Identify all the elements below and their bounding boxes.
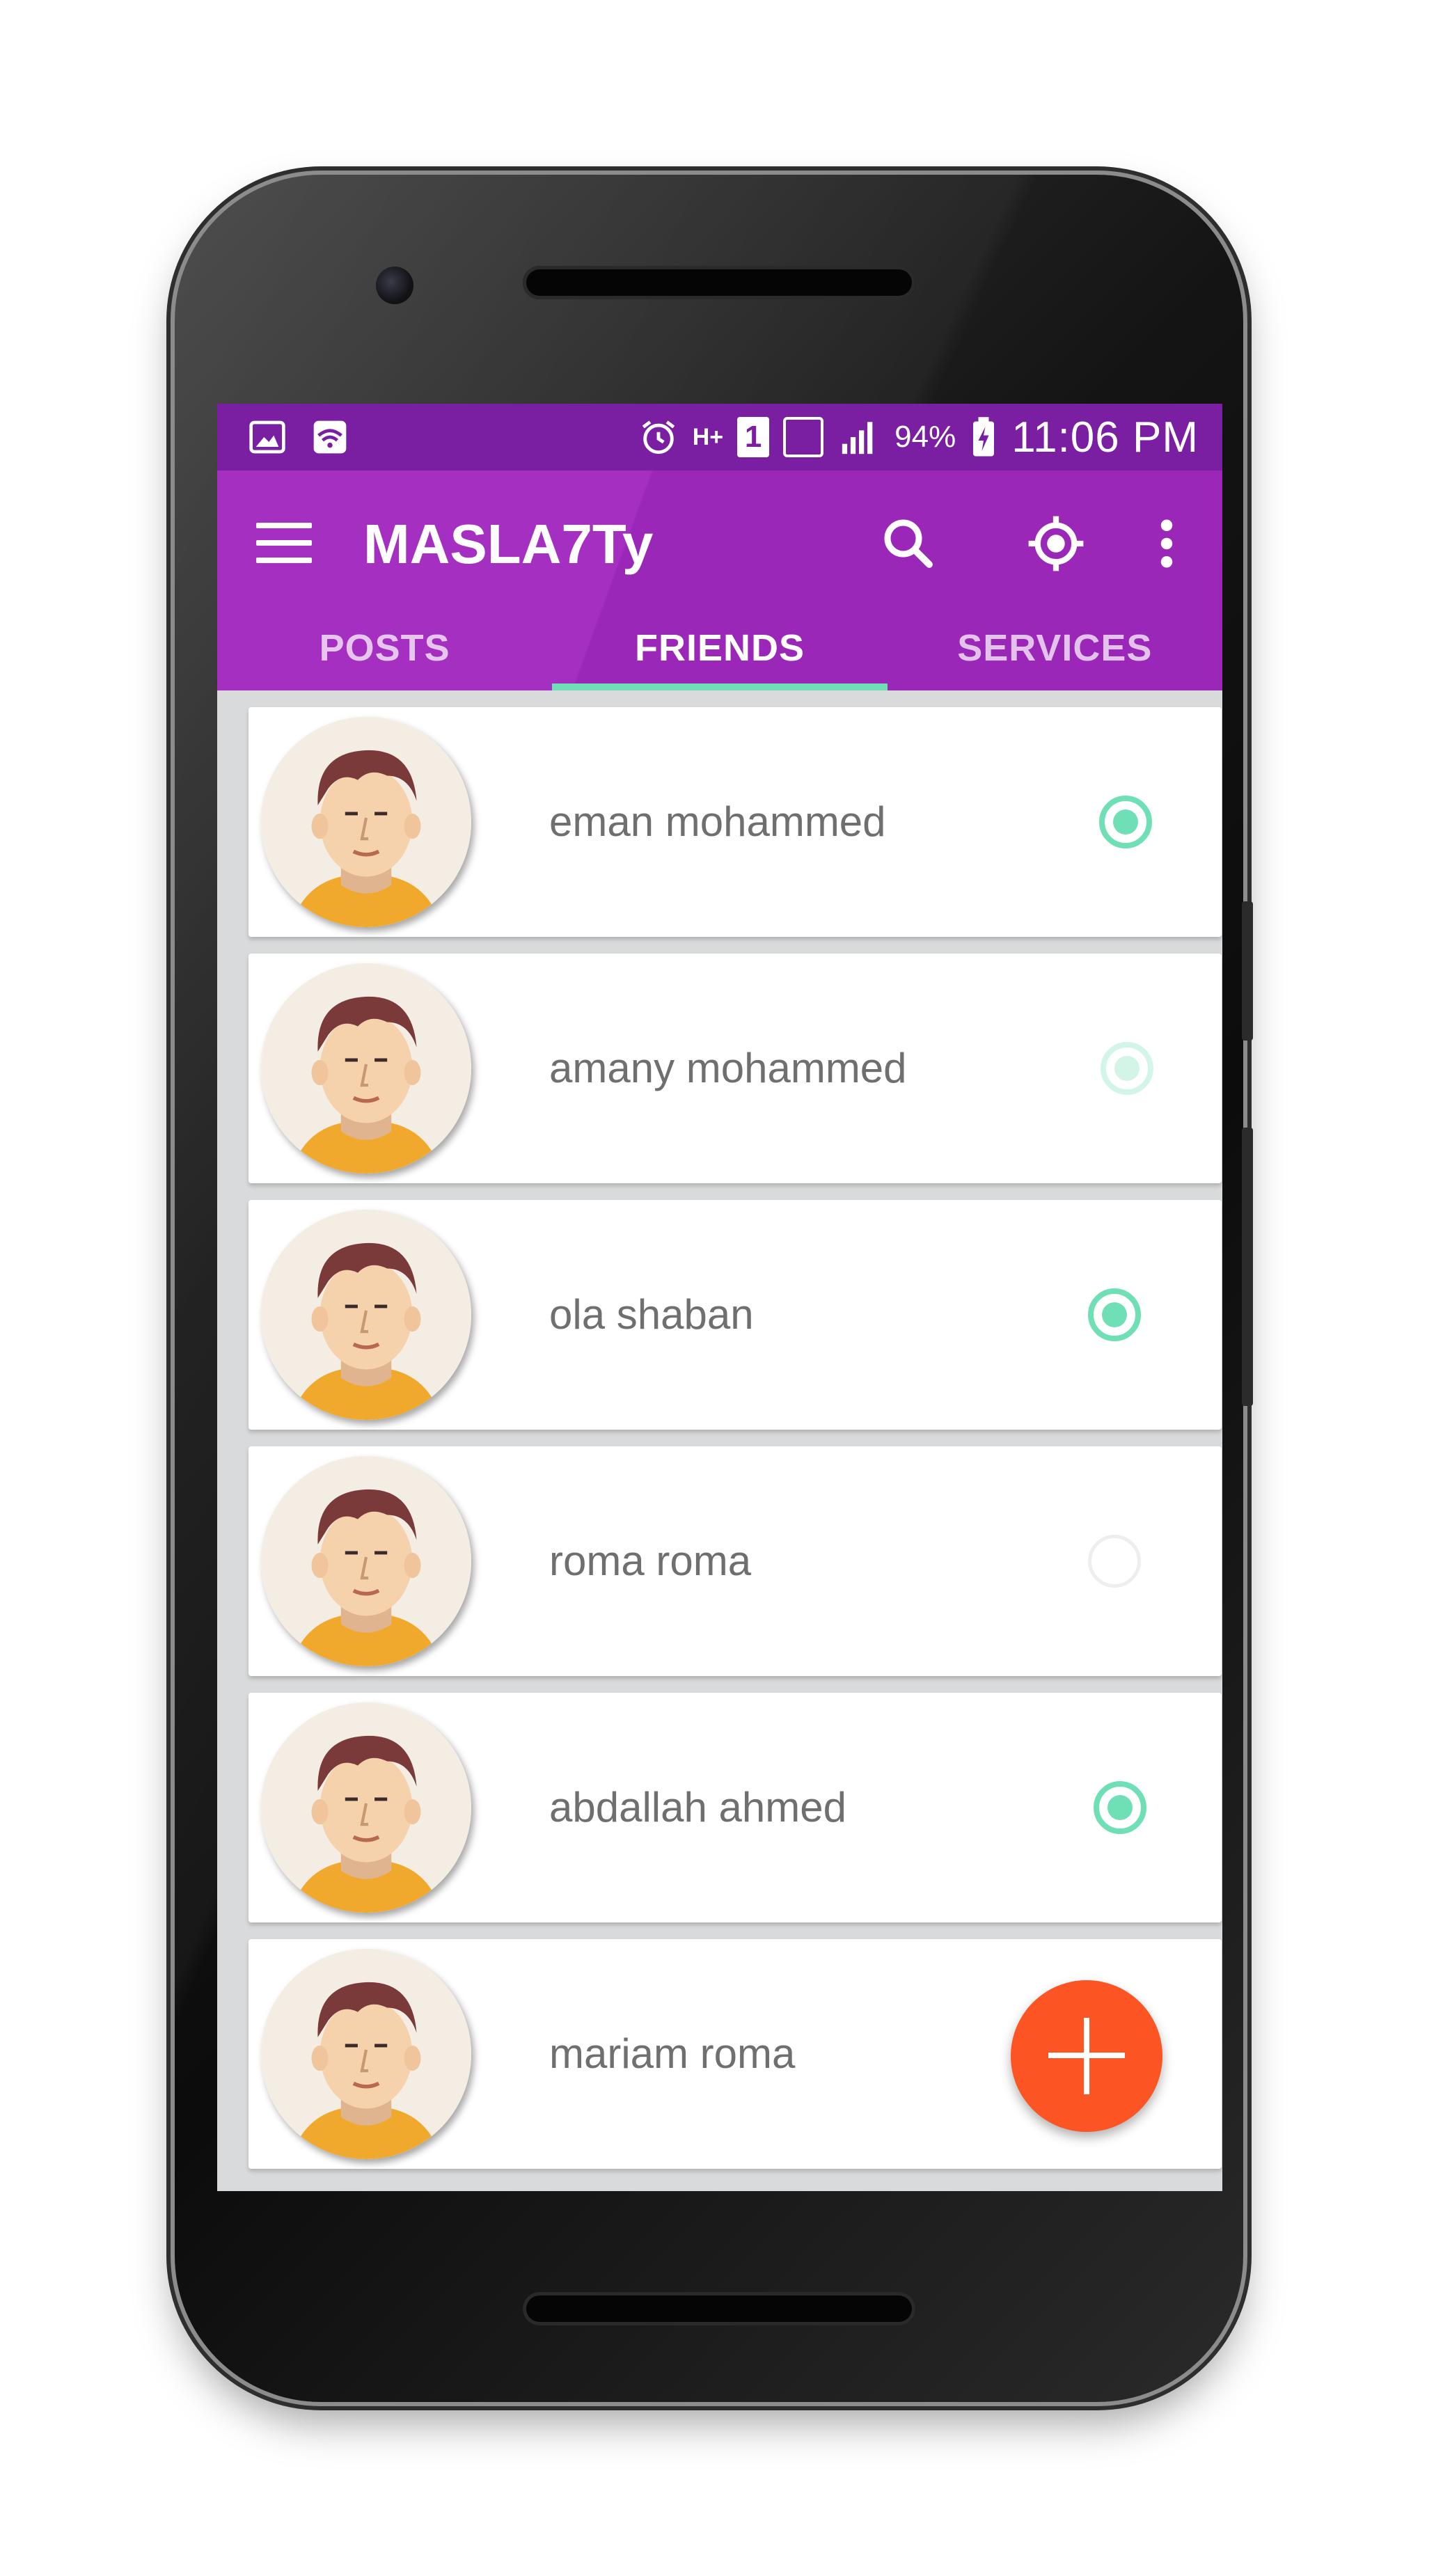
add-friend-button[interactable] (1011, 1980, 1162, 2132)
list-item[interactable]: eman mohammed (249, 707, 1222, 937)
list-item[interactable]: roma roma (249, 1446, 1222, 1676)
app-bar: MASLA7Ty POSTS FRIENDS SERVICES (217, 471, 1222, 690)
avatar (261, 963, 471, 1174)
sim-1-icon: 1 (737, 417, 770, 457)
wifi-hotspot-icon (313, 420, 347, 454)
menu-icon[interactable] (256, 523, 312, 564)
alarm-icon (642, 420, 675, 455)
signal-icon (842, 422, 873, 455)
friend-name: amany mohammed (549, 1045, 907, 1091)
volume-button (1242, 1128, 1253, 1406)
select-radio[interactable] (1088, 1288, 1141, 1341)
tab-services[interactable]: SERVICES (888, 610, 1222, 690)
gallery-icon (249, 420, 285, 454)
locate-icon[interactable] (1025, 512, 1087, 575)
status-bar: H+ 1 94% 11:06 PM (217, 404, 1222, 471)
screen: H+ 1 94% 11:06 PM MASLA7Ty POSTS FRIENDS… (217, 404, 1222, 2191)
tab-bar: POSTS FRIENDS SERVICES (217, 610, 1222, 690)
avatar (261, 1949, 471, 2159)
friend-name: roma roma (549, 1538, 752, 1584)
battery-percent: 94% (894, 420, 956, 454)
more-vert-icon[interactable] (1146, 512, 1188, 575)
select-radio[interactable] (1099, 796, 1152, 848)
battery-charging-icon (973, 417, 995, 457)
friend-name: eman mohammed (549, 798, 886, 845)
front-camera (376, 267, 413, 304)
friend-name: mariam roma (549, 2030, 796, 2077)
search-icon[interactable] (877, 512, 940, 575)
list-item[interactable]: amany mohammed (249, 954, 1222, 1183)
avatar (261, 1456, 471, 1666)
avatar (261, 717, 471, 927)
toolbar: MASLA7Ty (217, 471, 1222, 610)
friend-name: ola shaban (549, 1291, 754, 1338)
bottom-speaker (523, 2292, 915, 2325)
list-item[interactable]: abdallah ahmed (249, 1693, 1222, 1922)
list-item[interactable]: ola shaban (249, 1200, 1222, 1430)
power-button (1242, 901, 1253, 1041)
friends-list: eman mohammed amany mohammed ola shaban … (249, 707, 1222, 2186)
select-radio[interactable] (1094, 1781, 1146, 1834)
network-hplus-icon: H+ (692, 424, 724, 450)
tab-friends[interactable]: FRIENDS (552, 610, 888, 690)
select-radio[interactable] (1101, 1042, 1153, 1095)
avatar (261, 1210, 471, 1420)
tab-posts[interactable]: POSTS (217, 610, 552, 690)
top-speaker (523, 266, 915, 299)
select-radio[interactable] (1088, 1535, 1141, 1588)
signal-box-icon (783, 417, 824, 457)
app-title: MASLA7Ty (363, 513, 654, 575)
status-time: 11:06 PM (1011, 413, 1199, 461)
friend-name: abdallah ahmed (549, 1784, 847, 1831)
avatar (261, 1702, 471, 1913)
